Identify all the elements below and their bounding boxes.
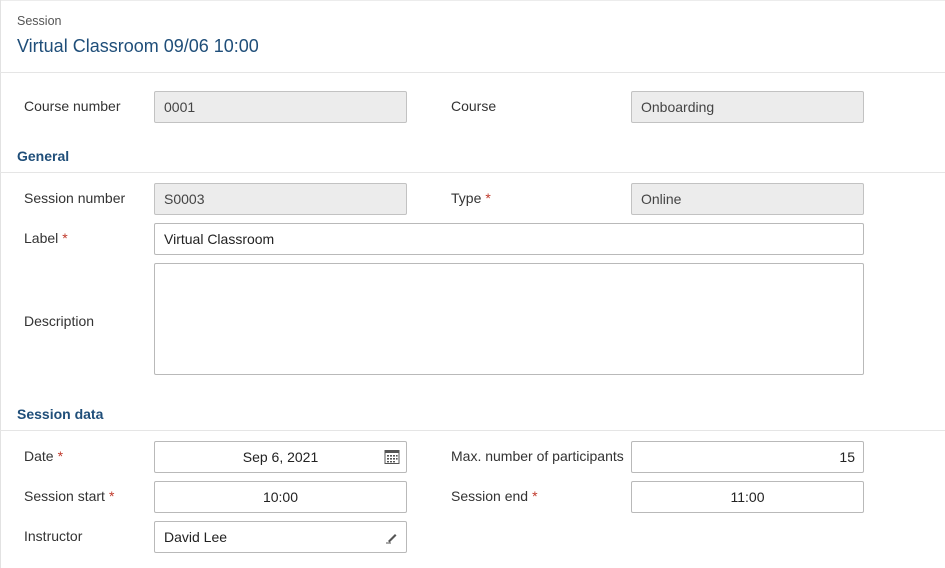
frame-left-border: [0, 0, 1, 568]
session-end-label: Session end *: [451, 488, 538, 504]
instructor-value: David Lee: [164, 529, 228, 545]
session-start-label: Session start *: [24, 488, 114, 504]
page-subtitle: Session: [17, 14, 62, 28]
session-number-field[interactable]: S0003: [154, 183, 407, 215]
section-general-divider: [0, 172, 945, 173]
session-end-label-text: Session end: [451, 488, 529, 504]
session-number-label: Session number: [24, 190, 126, 206]
instructor-label: Instructor: [24, 528, 83, 544]
session-start-input[interactable]: 10:00: [154, 481, 407, 513]
page-header: Session Virtual Classroom 09/06 10:00: [0, 0, 945, 73]
description-textarea[interactable]: [154, 263, 864, 375]
date-label: Date *: [24, 448, 63, 464]
max-participants-input[interactable]: 15: [631, 441, 864, 473]
max-participants-label: Max. number of participants: [451, 448, 624, 464]
label-input[interactable]: Virtual Classroom: [154, 223, 864, 255]
section-session-data-heading: Session data: [17, 406, 104, 422]
course-number-field[interactable]: 0001: [154, 91, 407, 123]
instructor-input[interactable]: David Lee: [154, 521, 407, 553]
section-session-data-divider: [0, 430, 945, 431]
date-label-text: Date: [24, 448, 54, 464]
type-label-text: Type: [451, 190, 482, 206]
date-value: Sep 6, 2021: [242, 449, 319, 465]
pencil-icon[interactable]: [385, 530, 399, 544]
session-end-input[interactable]: 11:00: [631, 481, 864, 513]
session-start-label-text: Session start: [24, 488, 105, 504]
course-field[interactable]: Onboarding: [631, 91, 864, 123]
required-marker: *: [485, 190, 491, 206]
section-general-heading: General: [17, 148, 70, 164]
type-field[interactable]: Online: [631, 183, 864, 215]
required-marker: *: [57, 448, 64, 464]
required-marker: *: [532, 488, 538, 504]
type-label: Type *: [451, 190, 491, 206]
calendar-icon[interactable]: [384, 449, 400, 465]
date-input[interactable]: Sep 6, 2021: [154, 441, 407, 473]
label-label-text: Label: [24, 230, 59, 246]
label-label: Label *: [24, 230, 68, 246]
course-number-label: Course number: [24, 98, 121, 114]
required-marker: *: [108, 488, 115, 504]
page-title: Virtual Classroom 09/06 10:00: [17, 36, 259, 56]
description-label: Description: [24, 313, 95, 329]
course-label: Course: [451, 98, 497, 114]
required-marker: *: [62, 230, 68, 246]
